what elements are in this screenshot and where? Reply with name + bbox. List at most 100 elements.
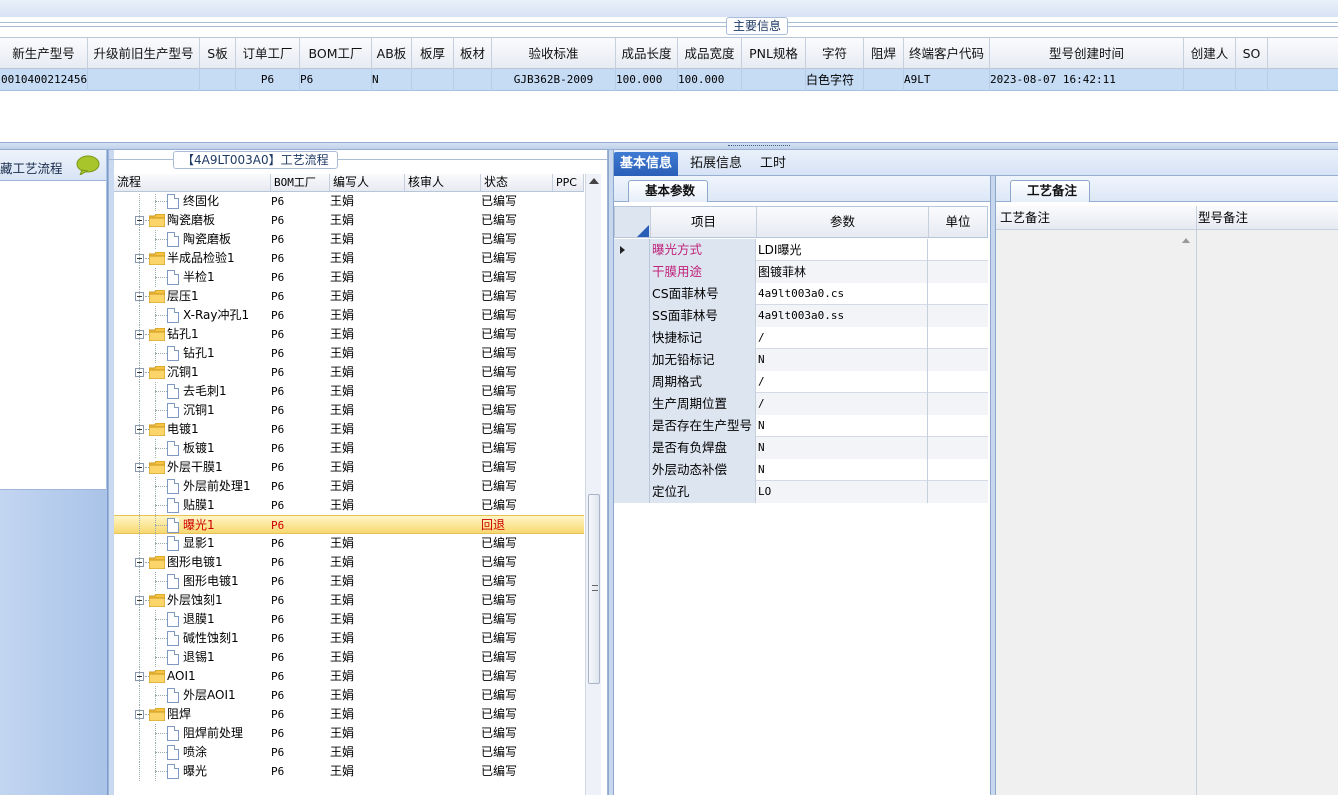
col-pnl[interactable]: PNL规格 (742, 38, 806, 69)
tree-row[interactable]: 电镀1 P6 王娟 已编写 (114, 420, 584, 439)
params-unit[interactable] (928, 415, 988, 437)
col-bom-factory[interactable]: BOM工厂 (300, 38, 372, 69)
horizontal-splitter[interactable] (0, 142, 1338, 150)
tree-col-flow[interactable]: 流程 (114, 174, 271, 191)
col-so[interactable]: SO (1236, 38, 1268, 69)
params-value[interactable]: 4a9lt003a0.ss (756, 305, 928, 327)
params-row[interactable]: 周期格式 / (614, 371, 988, 393)
tree-row[interactable]: 阻焊前处理 P6 王娟 已编写 (114, 724, 584, 743)
tree-row[interactable]: 板镀1 P6 王娟 已编写 (114, 439, 584, 458)
params-row[interactable]: 加无铅标记 N (614, 349, 988, 371)
params-col-item[interactable]: 项目 (651, 207, 757, 237)
row-indicator[interactable] (614, 393, 650, 415)
params-value[interactable]: / (756, 371, 928, 393)
tree-row[interactable]: 沉铜1 P6 王娟 已编写 (114, 363, 584, 382)
main-grid-row-selected[interactable]: 0010400212456 P6 P6 N GJB362B-2009 100.0… (0, 69, 1338, 91)
tree-row[interactable]: 钻孔1 P6 王娟 已编写 (114, 325, 584, 344)
params-unit[interactable] (928, 437, 988, 459)
params-unit[interactable] (928, 261, 988, 283)
tree-row[interactable]: 图形电镀1 P6 王娟 已编写 (114, 553, 584, 572)
col-thickness[interactable]: 板厚 (412, 38, 454, 69)
params-unit[interactable] (928, 481, 988, 503)
params-value[interactable]: 图镀菲林 (756, 261, 928, 283)
col-width[interactable]: 成品宽度 (678, 38, 742, 69)
params-row[interactable]: 曝光方式 LDI曝光 (614, 239, 988, 261)
tree-row[interactable]: 贴膜1 P6 王娟 已编写 (114, 496, 584, 515)
tree-row[interactable]: 退膜1 P6 王娟 已编写 (114, 610, 584, 629)
col-solder-mask[interactable]: 阻焊 (864, 38, 904, 69)
tab-extended-info[interactable]: 拓展信息 (684, 152, 748, 176)
params-row[interactable]: CS面菲林号 4a9lt003a0.cs (614, 283, 988, 305)
params-value[interactable]: LO (756, 481, 928, 503)
tree-row-selected[interactable]: 曝光1 P6 回退 (114, 515, 584, 535)
params-unit[interactable] (928, 459, 988, 481)
tab-work-hours[interactable]: 工时 (754, 152, 792, 176)
row-indicator[interactable] (614, 349, 650, 371)
tab-process-remarks[interactable]: 工艺备注 (1010, 180, 1091, 202)
params-row[interactable]: SS面菲林号 4a9lt003a0.ss (614, 305, 988, 327)
tree-col-ppc[interactable]: PPC (553, 174, 584, 191)
col-character[interactable]: 字符 (806, 38, 864, 69)
col-order-factory[interactable]: 订单工厂 (236, 38, 300, 69)
params-col-value[interactable]: 参数 (757, 207, 929, 237)
params-unit[interactable] (928, 327, 988, 349)
tree-row[interactable]: 碱性蚀刻1 P6 王娟 已编写 (114, 629, 584, 648)
scroll-thumb[interactable] (588, 494, 600, 684)
params-col-unit[interactable]: 单位 (929, 207, 987, 237)
tree-row[interactable]: 阻焊 P6 王娟 已编写 (114, 705, 584, 724)
tree-col-author[interactable]: 编写人 (330, 174, 405, 191)
col-material[interactable]: 板材 (454, 38, 492, 69)
params-unit[interactable] (928, 305, 988, 327)
params-value[interactable]: / (756, 327, 928, 349)
params-row[interactable]: 生产周期位置 / (614, 393, 988, 415)
col-s-board[interactable]: S板 (200, 38, 236, 69)
row-indicator[interactable] (614, 459, 650, 481)
params-value[interactable]: N (756, 349, 928, 371)
params-value[interactable]: / (756, 393, 928, 415)
col-new-model[interactable]: 新生产型号 (0, 38, 88, 69)
tree-row[interactable]: 陶瓷磨板 P6 王娟 已编写 (114, 211, 584, 230)
col-length[interactable]: 成品长度 (616, 38, 678, 69)
tree-row[interactable]: X-Ray冲孔1 P6 王娟 已编写 (114, 306, 584, 325)
col-creator[interactable]: 创建人 (1184, 38, 1236, 69)
tree-row[interactable]: AOI1 P6 王娟 已编写 (114, 667, 584, 686)
tree-row[interactable]: 半检1 P6 王娟 已编写 (114, 268, 584, 287)
tree-row[interactable]: 显影1 P6 王娟 已编写 (114, 534, 584, 553)
tree-row[interactable]: 层压1 P6 王娟 已编写 (114, 287, 584, 306)
tree-row[interactable]: 外层干膜1 P6 王娟 已编写 (114, 458, 584, 477)
col-standard[interactable]: 验收标准 (492, 38, 616, 69)
tree-row[interactable]: 陶瓷磨板 P6 王娟 已编写 (114, 230, 584, 249)
tab-basic-params[interactable]: 基本参数 (628, 180, 709, 202)
scroll-up-arrow-icon[interactable] (589, 178, 599, 184)
row-indicator[interactable] (614, 305, 650, 327)
params-row[interactable]: 外层动态补偿 N (614, 459, 988, 481)
tree-row[interactable]: 喷涂 P6 王娟 已编写 (114, 743, 584, 762)
col-created-time[interactable]: 型号创建时间 (990, 38, 1184, 69)
tab-basic-info[interactable]: 基本信息 (614, 152, 679, 176)
tree-row[interactable]: 退锡1 P6 王娟 已编写 (114, 648, 584, 667)
tree-row[interactable]: 外层AOI1 P6 王娟 已编写 (114, 686, 584, 705)
tree-row[interactable]: 终固化 P6 王娟 已编写 (114, 193, 584, 211)
params-unit[interactable] (928, 239, 988, 261)
params-value[interactable]: N (756, 437, 928, 459)
col-old-model[interactable]: 升级前旧生产型号 (88, 38, 200, 69)
row-indicator[interactable] (614, 415, 650, 437)
tree-col-bom-factory[interactable]: BOM工厂 (271, 174, 330, 191)
tree-col-reviewer[interactable]: 核审人 (405, 174, 481, 191)
row-indicator[interactable] (614, 327, 650, 349)
tree-row[interactable]: 沉铜1 P6 王娟 已编写 (114, 401, 584, 420)
col-customer-code[interactable]: 终端客户代码 (904, 38, 990, 69)
row-indicator[interactable] (614, 261, 650, 283)
params-row[interactable]: 快捷标记 / (614, 327, 988, 349)
left-panel-title-row[interactable]: 藏工艺流程 (0, 150, 106, 180)
params-row[interactable]: 是否有负焊盘 N (614, 437, 988, 459)
model-remarks-textarea[interactable] (1197, 231, 1338, 791)
tree-row[interactable]: 图形电镀1 P6 王娟 已编写 (114, 572, 584, 591)
params-value[interactable]: N (756, 459, 928, 481)
remarks-scroll-up-arrow-icon[interactable] (1182, 238, 1190, 243)
tree-row[interactable]: 钻孔1 P6 王娟 已编写 (114, 344, 584, 363)
row-indicator[interactable] (614, 371, 650, 393)
params-row[interactable]: 定位孔 LO (614, 481, 988, 503)
params-value[interactable]: LDI曝光 (756, 239, 928, 261)
tree-row[interactable]: 去毛刺1 P6 王娟 已编写 (114, 382, 584, 401)
